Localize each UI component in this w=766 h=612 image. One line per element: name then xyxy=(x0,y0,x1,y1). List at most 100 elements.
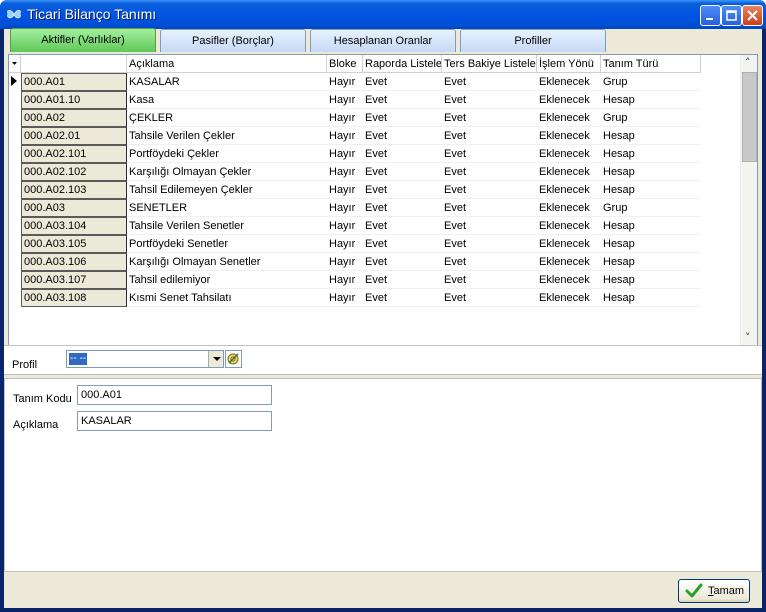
cell-islem-yonu[interactable]: Eklenecek xyxy=(537,163,601,181)
cell-bloke[interactable]: Hayır xyxy=(327,253,363,271)
cell-code[interactable]: 000.A03.107 xyxy=(21,271,127,289)
table-row[interactable]: 000.A02.101 Portföydeki Çekler Hayır Evet Ev… xyxy=(9,145,739,163)
cell-raporda-listele[interactable]: Evet xyxy=(363,127,442,145)
tanim-kodu-field[interactable]: 000.A01 xyxy=(77,385,272,405)
cell-tanim-turu[interactable]: Hesap xyxy=(601,163,701,181)
cell-tanim-turu[interactable]: Hesap xyxy=(601,217,701,235)
cell-ters-bakiye-listele[interactable]: Evet xyxy=(442,199,537,217)
cell-ters-bakiye-listele[interactable]: Evet xyxy=(442,127,537,145)
cell-bloke[interactable]: Hayır xyxy=(327,271,363,289)
cell-ters-bakiye-listele[interactable]: Evet xyxy=(442,181,537,199)
column-header-raporda-listele[interactable]: Raporda Listele xyxy=(363,55,442,73)
column-header-bloke[interactable]: Bloke xyxy=(327,55,363,73)
cell-raporda-listele[interactable]: Evet xyxy=(363,163,442,181)
cell-tanim-turu[interactable]: Grup xyxy=(601,73,701,91)
table-row[interactable]: 000.A03.104 Tahsile Verilen Senetler Hayır… xyxy=(9,217,739,235)
cell-aciklama[interactable]: Kısmi Senet Tahsilatı xyxy=(127,289,327,307)
cell-bloke[interactable]: Hayır xyxy=(327,181,363,199)
cell-aciklama[interactable]: SENETLER xyxy=(127,199,327,217)
cell-tanim-turu[interactable]: Hesap xyxy=(601,253,701,271)
cell-code[interactable]: 000.A03 xyxy=(21,199,127,217)
cell-islem-yonu[interactable]: Eklenecek xyxy=(537,289,601,307)
cell-islem-yonu[interactable]: Eklenecek xyxy=(537,109,601,127)
cell-ters-bakiye-listele[interactable]: Evet xyxy=(442,109,537,127)
column-header-code[interactable] xyxy=(21,55,127,73)
cell-bloke[interactable]: Hayır xyxy=(327,109,363,127)
cell-code[interactable]: 000.A02.101 xyxy=(21,145,127,163)
table-row[interactable]: 000.A02.01 Tahsile Verilen Çekler Hayır Eve… xyxy=(9,127,739,145)
cell-tanim-turu[interactable]: Grup xyxy=(601,109,701,127)
cell-bloke[interactable]: Hayır xyxy=(327,73,363,91)
cell-islem-yonu[interactable]: Eklenecek xyxy=(537,271,601,289)
cell-ters-bakiye-listele[interactable]: Evet xyxy=(442,235,537,253)
cell-aciklama[interactable]: Kasa xyxy=(127,91,327,109)
cell-tanim-turu[interactable]: Hesap xyxy=(601,289,701,307)
cell-code[interactable]: 000.A03.108 xyxy=(21,289,127,307)
cell-bloke[interactable]: Hayır xyxy=(327,235,363,253)
maximize-button[interactable] xyxy=(721,5,742,26)
cell-code[interactable]: 000.A01 xyxy=(21,73,127,91)
cell-aciklama[interactable]: Portföydeki Senetler xyxy=(127,235,327,253)
cell-tanim-turu[interactable]: Hesap xyxy=(601,145,701,163)
cell-aciklama[interactable]: Karşılığı Olmayan Senetler xyxy=(127,253,327,271)
cell-code[interactable]: 000.A02.01 xyxy=(21,127,127,145)
cell-ters-bakiye-listele[interactable]: Evet xyxy=(442,73,537,91)
vertical-scroll-thumb[interactable] xyxy=(742,72,757,162)
close-button[interactable] xyxy=(742,5,763,26)
cell-ters-bakiye-listele[interactable]: Evet xyxy=(442,217,537,235)
table-row[interactable]: 000.A02.103 Tahsil Edilemeyen Çekler Hayır… xyxy=(9,181,739,199)
cell-raporda-listele[interactable]: Evet xyxy=(363,289,442,307)
cell-tanim-turu[interactable]: Grup xyxy=(601,199,701,217)
tab-pasifler[interactable]: Pasifler (Borçlar) xyxy=(160,29,306,52)
cell-ters-bakiye-listele[interactable]: Evet xyxy=(442,91,537,109)
cell-bloke[interactable]: Hayır xyxy=(327,163,363,181)
cell-islem-yonu[interactable]: Eklenecek xyxy=(537,127,601,145)
profil-dropdown-button[interactable] xyxy=(208,351,223,367)
grid-corner-dropdown[interactable] xyxy=(9,55,21,73)
cell-ters-bakiye-listele[interactable]: Evet xyxy=(442,163,537,181)
cell-tanim-turu[interactable]: Hesap xyxy=(601,235,701,253)
table-row[interactable]: 000.A02 ÇEKLER Hayır Evet Evet Eklenecek Grup xyxy=(9,109,739,127)
cell-aciklama[interactable]: Portföydeki Çekler xyxy=(127,145,327,163)
cell-code[interactable]: 000.A02.102 xyxy=(21,163,127,181)
table-row[interactable]: 000.A01 KASALAR Hayır Evet Evet Eklenecek Grup xyxy=(9,73,739,91)
cell-raporda-listele[interactable]: Evet xyxy=(363,199,442,217)
cell-aciklama[interactable]: Tahsil edilemiyor xyxy=(127,271,327,289)
cell-raporda-listele[interactable]: Evet xyxy=(363,181,442,199)
table-row[interactable]: 000.A02.102 Karşılığı Olmayan Çekler Hayır… xyxy=(9,163,739,181)
cell-bloke[interactable]: Hayır xyxy=(327,145,363,163)
cell-bloke[interactable]: Hayır xyxy=(327,127,363,145)
cell-aciklama[interactable]: Karşılığı Olmayan Çekler xyxy=(127,163,327,181)
cell-code[interactable]: 000.A02.103 xyxy=(21,181,127,199)
cell-aciklama[interactable]: KASALAR xyxy=(127,73,327,91)
profil-select[interactable]: -- -- xyxy=(66,350,224,368)
cell-aciklama[interactable]: Tahsile Verilen Senetler xyxy=(127,217,327,235)
scroll-down-icon[interactable]: ˅ xyxy=(745,331,751,344)
cell-raporda-listele[interactable]: Evet xyxy=(363,271,442,289)
cell-ters-bakiye-listele[interactable]: Evet xyxy=(442,289,537,307)
aciklama-field[interactable]: KASALAR xyxy=(77,411,272,431)
column-header-ters-bakiye-listele[interactable]: Ters Bakiye Listele xyxy=(442,55,537,73)
column-header-tanim-turu[interactable]: Tanım Türü xyxy=(601,55,701,73)
cell-islem-yonu[interactable]: Eklenecek xyxy=(537,199,601,217)
table-row[interactable]: 000.A03.106 Karşılığı Olmayan Senetler Hay… xyxy=(9,253,739,271)
cell-islem-yonu[interactable]: Eklenecek xyxy=(537,91,601,109)
cell-islem-yonu[interactable]: Eklenecek xyxy=(537,253,601,271)
cell-islem-yonu[interactable]: Eklenecek xyxy=(537,235,601,253)
cell-aciklama[interactable]: ÇEKLER xyxy=(127,109,327,127)
cell-tanim-turu[interactable]: Hesap xyxy=(601,271,701,289)
cell-raporda-listele[interactable]: Evet xyxy=(363,145,442,163)
cell-ters-bakiye-listele[interactable]: Evet xyxy=(442,253,537,271)
cell-tanim-turu[interactable]: Hesap xyxy=(601,181,701,199)
cell-tanim-turu[interactable]: Hesap xyxy=(601,127,701,145)
cell-code[interactable]: 000.A03.105 xyxy=(21,235,127,253)
cell-bloke[interactable]: Hayır xyxy=(327,217,363,235)
table-row[interactable]: 000.A03.105 Portföydeki Senetler Hayır Evet… xyxy=(9,235,739,253)
cell-raporda-listele[interactable]: Evet xyxy=(363,235,442,253)
cell-bloke[interactable]: Hayır xyxy=(327,91,363,109)
table-row[interactable]: 000.A03.107 Tahsil edilemiyor Hayır Evet Eve… xyxy=(9,271,739,289)
cell-islem-yonu[interactable]: Eklenecek xyxy=(537,73,601,91)
cell-code[interactable]: 000.A03.106 xyxy=(21,253,127,271)
cell-code[interactable]: 000.A01.10 xyxy=(21,91,127,109)
cell-ters-bakiye-listele[interactable]: Evet xyxy=(442,271,537,289)
